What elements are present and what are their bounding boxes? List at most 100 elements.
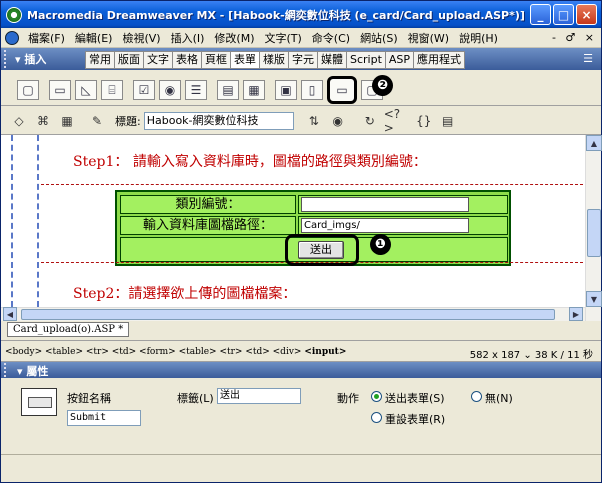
scroll-left-icon[interactable]: ◀ (3, 307, 17, 321)
action-label: 動作 (337, 392, 359, 405)
callout-badge-2: ❷ (372, 75, 393, 96)
properties-title[interactable]: ▾ 屬性 (17, 363, 48, 379)
window-size-info[interactable]: 582 x 187 ⌄ 38 K / 11 秒 (470, 346, 593, 361)
tab-layout[interactable]: 版面 (114, 51, 144, 69)
dreamweaver-app-icon[interactable] (6, 6, 22, 23)
document-toolbar: ◇ ⌘ ▦ ✎ 標題: Habook-網奕數位科技 ⇅ ◉ ↻ <?> {} ▤ (1, 107, 601, 135)
image-path-label: 輸入資料庫圖檔路徑： (120, 216, 296, 235)
tab-templates[interactable]: 樣版 (259, 51, 289, 69)
button-icon[interactable]: ▭ (327, 76, 357, 104)
radio-group-icon[interactable]: ☰ (185, 80, 207, 100)
button-name-input[interactable]: Submit (67, 410, 141, 426)
form-objects-row: ▢ ▭ ◺ ⌸ ☑ ◉ ☰ ▤ ▦ ▣ ▯ ▭ ▢ (17, 76, 383, 104)
panel-grip-icon[interactable] (4, 363, 10, 377)
split-view-icon[interactable]: ⌘ (33, 112, 53, 130)
tab-characters[interactable]: 字元 (288, 51, 318, 69)
tab-tables[interactable]: 表格 (172, 51, 202, 69)
checkbox-icon[interactable]: ☑ (133, 80, 155, 100)
status-bar: <body> <table> <tr> <td> <form> <table> … (1, 342, 601, 362)
form-icon[interactable]: ▢ (17, 80, 39, 100)
code-view-icon[interactable]: ◇ (9, 112, 29, 130)
hidden-field-icon[interactable]: ◺ (75, 80, 97, 100)
step1-heading: Step1： 請輸入寫入資料庫時，圖檔的路徑與類別編號： (73, 154, 427, 170)
scroll-thumb[interactable] (587, 209, 601, 257)
maximize-button[interactable]: □ (553, 4, 574, 25)
scroll-down-icon[interactable]: ▼ (586, 291, 602, 307)
tab-frames[interactable]: 頁框 (201, 51, 231, 69)
tab-forms[interactable]: 表單 (230, 51, 260, 69)
button-name-label: 按鈕名稱 (67, 392, 111, 405)
close-button[interactable]: × (576, 4, 597, 25)
radio-submit-form[interactable] (371, 391, 382, 402)
none-label[interactable]: 無(N) (485, 390, 513, 406)
table-row-path: 輸入資料庫圖檔路徑： Card_imgs/ (120, 216, 508, 235)
scroll-up-icon[interactable]: ▲ (586, 135, 602, 151)
menu-commands[interactable]: 命令(C) (307, 30, 355, 46)
menu-view[interactable]: 檢視(V) (117, 30, 165, 46)
tab-common[interactable]: 常用 (85, 51, 115, 69)
scroll-right-icon[interactable]: ▶ (569, 307, 583, 321)
file-field-icon[interactable]: ▯ (301, 80, 323, 100)
radio-none[interactable] (471, 391, 482, 402)
insert-panel-title[interactable]: ▾ 插入 (15, 51, 46, 67)
minimize-button[interactable]: _ (530, 4, 551, 25)
document-window-controls[interactable]: - ♂ × (552, 31, 597, 44)
radio-icon[interactable]: ◉ (159, 80, 181, 100)
design-view-icon[interactable]: ▦ (57, 112, 77, 130)
image-path-input[interactable]: Card_imgs/ (301, 218, 469, 233)
submit-button[interactable]: 送出 (298, 241, 344, 259)
list-menu-icon[interactable]: ▤ (217, 80, 239, 100)
design-view[interactable]: Step1： 請輸入寫入資料庫時，圖檔的路徑與類別編號： 類別編號： 輸入資料庫… (1, 135, 601, 321)
menu-modify[interactable]: 修改(M) (209, 30, 259, 46)
window-title: Macromedia Dreamweaver MX - [Habook-網奕數位… (27, 8, 525, 22)
properties-title-text: 屬性 (26, 365, 49, 378)
preview-browser-icon[interactable]: ◉ (328, 112, 348, 130)
textarea-icon[interactable]: ⌸ (101, 80, 123, 100)
submit-form-label[interactable]: 送出表單(S) (385, 390, 445, 406)
tab-script[interactable]: Script (346, 51, 386, 69)
file-management-icon[interactable]: ⇅ (304, 112, 324, 130)
category-label: 類別編號： (120, 195, 296, 214)
horizontal-scroll-thumb[interactable] (21, 309, 555, 320)
insert-panel-title-text: 插入 (24, 53, 47, 66)
view-options-icon[interactable]: ▤ (438, 112, 458, 130)
menu-insert[interactable]: 插入(I) (166, 30, 210, 46)
reference-icon[interactable]: <?> (384, 107, 410, 135)
tab-card-upload[interactable]: Card_upload(o).ASP * (7, 322, 130, 337)
tab-text[interactable]: 文字 (143, 51, 173, 69)
menu-site[interactable]: 網站(S) (355, 30, 403, 46)
jump-menu-icon[interactable]: ▦ (243, 80, 265, 100)
tab-media[interactable]: 媒體 (317, 51, 347, 69)
document-icon[interactable] (5, 30, 19, 45)
menu-help[interactable]: 說明(H) (454, 30, 503, 46)
menu-file[interactable]: 檔案(F) (23, 30, 70, 46)
form-boundary-top (41, 184, 583, 185)
insert-tabs: 常用 版面 文字 表格 頁框 表單 樣版 字元 媒體 Script ASP 應用… (85, 51, 466, 69)
page-title-input[interactable]: Habook-網奕數位科技 (143, 111, 294, 130)
textfield-icon[interactable]: ▭ (49, 80, 71, 100)
live-data-icon[interactable]: ✎ (87, 112, 107, 130)
panel-grip-icon[interactable] (4, 50, 10, 68)
image-path-cell: Card_imgs/ (298, 216, 508, 235)
dreamweaver-window: Macromedia Dreamweaver MX - [Habook-網奕數位… (0, 0, 602, 483)
tag-path[interactable]: <body> <table> <tr> <td> <form> <table> … (5, 347, 301, 357)
document-tabs: Card_upload(o).ASP * (1, 321, 601, 341)
selected-tag[interactable]: <input> (304, 347, 346, 357)
menu-text[interactable]: 文字(T) (259, 30, 306, 46)
reset-form-label[interactable]: 重設表單(R) (385, 411, 445, 427)
menu-window[interactable]: 視窗(W) (403, 30, 454, 46)
properties-header[interactable]: ▾ 屬性 (1, 362, 601, 378)
tab-asp[interactable]: ASP (384, 51, 415, 69)
tab-application[interactable]: 應用程式 (413, 51, 466, 69)
vertical-scrollbar[interactable]: ▲ ▼ (585, 135, 602, 321)
horizontal-scrollbar[interactable]: ◀ ▶ (1, 307, 585, 321)
refresh-icon[interactable]: ↻ (360, 112, 380, 130)
tag-selector[interactable]: <body> <table> <tr> <td> <form> <table> … (5, 347, 346, 357)
radio-reset-form[interactable] (371, 412, 382, 423)
panel-options-icon[interactable]: ☰ (583, 52, 593, 65)
menu-edit[interactable]: 編輯(E) (70, 30, 118, 46)
code-navigation-icon[interactable]: {} (414, 112, 434, 130)
label-input[interactable]: 送出 (217, 388, 301, 404)
image-field-icon[interactable]: ▣ (275, 80, 297, 100)
category-input[interactable] (301, 197, 469, 212)
